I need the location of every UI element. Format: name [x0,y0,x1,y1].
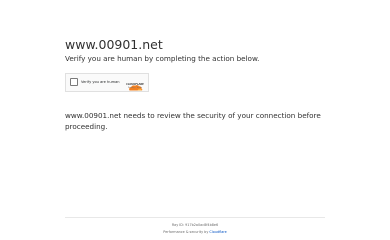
ray-id: Ray ID: 917b2a0ac8f4b8e6 [0,223,390,228]
cloudflare-logo: CLOUDFLARE Privacy - Terms [124,76,146,91]
security-review-message: www.00901.net needs to review the securi… [65,111,321,131]
verify-checkbox-label[interactable]: Verify you are human [81,79,120,85]
ray-id-label: Ray ID: [171,223,186,227]
cloudflare-link[interactable]: Cloudflare [209,230,226,234]
performance-text: Performance & security by [163,230,210,234]
performance-credit: Performance & security by Cloudflare [0,230,390,235]
widget-links: Privacy - Terms [124,87,146,90]
privacy-link[interactable]: Privacy [128,87,135,89]
ray-id-value: 917b2a0ac8f4b8e6 [185,223,219,227]
footer-divider [65,217,325,218]
turnstile-widget: Verify you are human CLOUDFLARE Privacy … [65,73,149,92]
challenge-page: www.00901.net Verify you are human by co… [0,0,390,240]
verify-checkbox[interactable] [70,78,78,86]
verification-instruction: Verify you are human by completing the a… [65,54,260,63]
terms-link[interactable]: Terms [137,87,143,89]
page-title: www.00901.net [65,37,163,52]
